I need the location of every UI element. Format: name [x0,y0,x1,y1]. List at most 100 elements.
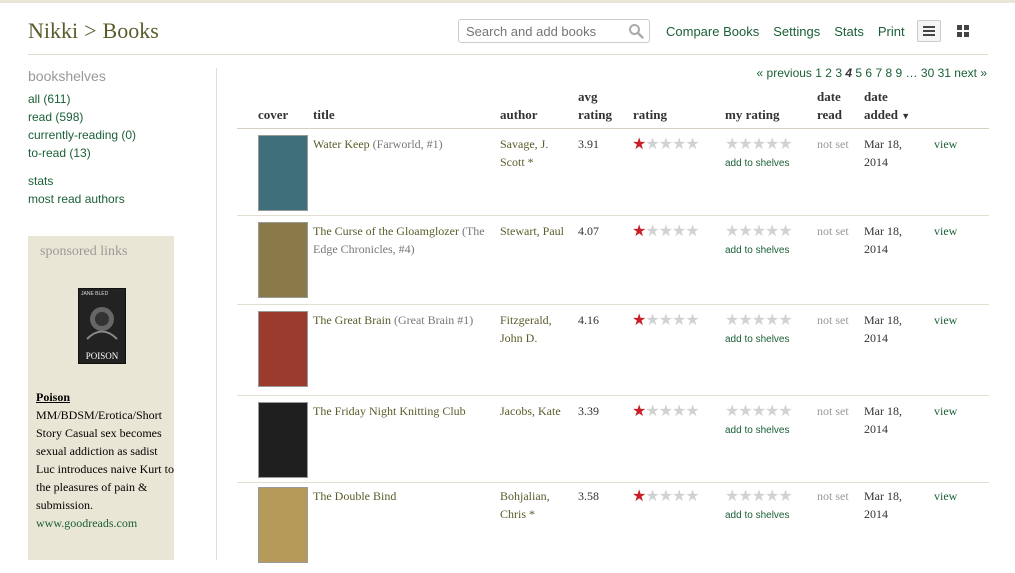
star-empty-icon[interactable]: ★ [738,134,752,153]
book-title-link[interactable]: The Curse of the Gloamglozer [313,224,459,238]
column-header-author[interactable]: author [500,106,538,124]
my-rating-stars[interactable]: ★★★★★ [725,221,793,240]
star-empty-icon[interactable]: ★ [765,134,779,153]
search-icon[interactable] [628,23,644,39]
page-link-2[interactable]: 2 [825,66,832,80]
star-empty-icon[interactable]: ★ [765,221,779,240]
settings-link[interactable]: Settings [773,24,820,39]
shelf-all-link[interactable]: all (611) [28,92,70,106]
most-read-authors-link[interactable]: most read authors [28,192,125,206]
star-empty-icon[interactable]: ★ [738,310,752,329]
stats-link[interactable]: Stats [834,24,864,39]
star-empty-icon[interactable]: ★ [725,221,739,240]
book-author-link[interactable]: Bohjalian, Chris * [500,487,575,523]
add-to-shelves-link[interactable]: add to shelves [725,334,790,345]
my-rating-stars[interactable]: ★★★★★ [725,401,793,420]
shelf-read-link[interactable]: read (598) [28,110,83,124]
book-title-link[interactable]: Water Keep [313,137,370,151]
print-link[interactable]: Print [878,24,905,39]
star-empty-icon[interactable]: ★ [725,486,739,505]
breadcrumb-user-link[interactable]: Nikki [28,18,78,43]
star-empty-icon[interactable]: ★ [738,221,752,240]
column-header-date-read[interactable]: date read [817,88,842,124]
star-empty-icon[interactable]: ★ [765,401,779,420]
bookshelves-heading: bookshelves [28,68,106,84]
previous-page-link[interactable]: « previous [757,66,812,80]
breadcrumb-books-link[interactable]: Books [103,18,159,43]
column-header-title[interactable]: title [313,106,335,124]
add-to-shelves-link[interactable]: add to shelves [725,245,790,256]
column-header-date-added[interactable]: date added ▼ [864,88,910,125]
book-title-cell: The Friday Night Knitting Club [313,402,498,420]
add-to-shelves-link[interactable]: add to shelves [725,425,790,436]
shelf-to-read-link[interactable]: to-read (13) [28,146,91,160]
view-link[interactable]: view [934,489,957,503]
ad-title-link[interactable]: Poison [36,388,174,406]
column-header-my-rating[interactable]: my rating [725,106,780,124]
page-link-31[interactable]: 31 [938,66,951,80]
book-title-link[interactable]: The Friday Night Knitting Club [313,404,466,418]
my-rating-stars[interactable]: ★★★★★ [725,310,793,329]
star-empty-icon[interactable]: ★ [765,486,779,505]
avg-rating-header-line1: avg [578,89,598,104]
star-empty-icon[interactable]: ★ [738,486,752,505]
star-empty-icon[interactable]: ★ [778,310,792,329]
star-empty-icon[interactable]: ★ [778,134,792,153]
compare-books-link[interactable]: Compare Books [666,24,759,39]
page-link-6[interactable]: 6 [865,66,872,80]
next-page-link[interactable]: next » [954,66,987,80]
star-empty-icon[interactable]: ★ [752,401,766,420]
book-series: (Farworld, #1) [372,137,443,151]
grid-view-button[interactable] [951,20,975,42]
my-rating-stars[interactable]: ★★★★★ [725,486,793,505]
column-header-cover[interactable]: cover [258,106,288,124]
search-input[interactable] [464,20,628,42]
star-empty-icon[interactable]: ★ [738,401,752,420]
page-link-5[interactable]: 5 [855,66,862,80]
star-empty-icon[interactable]: ★ [752,310,766,329]
page-link-8[interactable]: 8 [885,66,892,80]
ad-url[interactable]: www.goodreads.com [36,514,174,532]
list-view-button[interactable] [917,20,941,42]
add-to-shelves-link[interactable]: add to shelves [725,510,790,521]
book-author-link[interactable]: Stewart, Paul [500,222,575,240]
stats-sidebar-link[interactable]: stats [28,174,53,188]
star-empty-icon[interactable]: ★ [725,310,739,329]
page-link-1[interactable]: 1 [815,66,822,80]
book-title-link[interactable]: The Double Bind [313,489,396,503]
star-empty-icon[interactable]: ★ [752,486,766,505]
book-cover[interactable] [258,311,308,387]
book-cover[interactable] [258,487,308,563]
page-link-30[interactable]: 30 [921,66,934,80]
book-title-cell: Water Keep (Farworld, #1) [313,135,498,153]
book-cover[interactable] [258,402,308,478]
ad-book-cover[interactable]: JANE BLED POISON [78,288,126,364]
page-link-9[interactable]: 9 [896,66,903,80]
column-header-avg-rating[interactable]: avg rating [578,88,612,124]
star-empty-icon[interactable]: ★ [725,134,739,153]
star-empty-icon[interactable]: ★ [765,310,779,329]
view-link[interactable]: view [934,404,957,418]
shelf-currently-reading-link[interactable]: currently-reading (0) [28,128,136,142]
book-author-link[interactable]: Jacobs, Kate [500,402,575,420]
add-to-shelves-link[interactable]: add to shelves [725,158,790,169]
book-author-link[interactable]: Fitzgerald, John D. [500,311,575,347]
view-link[interactable]: view [934,137,957,151]
star-empty-icon[interactable]: ★ [778,221,792,240]
my-rating-stars[interactable]: ★★★★★ [725,134,793,153]
page-link-3[interactable]: 3 [835,66,842,80]
star-empty-icon[interactable]: ★ [778,486,792,505]
column-header-rating[interactable]: rating [633,106,667,124]
book-title-link[interactable]: The Great Brain [313,313,391,327]
star-empty-icon[interactable]: ★ [778,401,792,420]
view-link[interactable]: view [934,224,957,238]
star-empty-icon[interactable]: ★ [752,134,766,153]
header-links: Compare BooksSettingsStatsPrint| [666,24,932,39]
view-link[interactable]: view [934,313,957,327]
page-link-7[interactable]: 7 [875,66,882,80]
star-empty-icon[interactable]: ★ [752,221,766,240]
book-author-link[interactable]: Savage, J. Scott * [500,135,575,171]
book-cover[interactable] [258,135,308,211]
book-cover[interactable] [258,222,308,298]
star-empty-icon[interactable]: ★ [725,401,739,420]
